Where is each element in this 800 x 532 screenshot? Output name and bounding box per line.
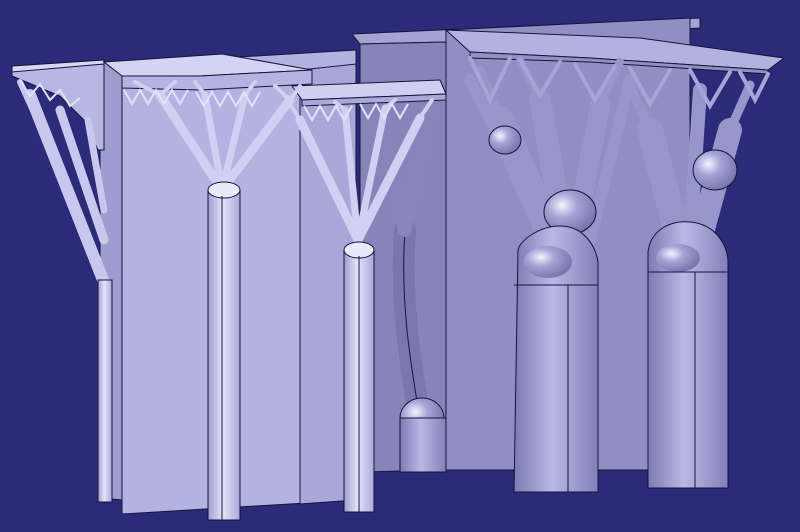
column-cap: [524, 246, 572, 278]
column-cap: [656, 244, 700, 272]
cad-render-scene: [11, 17, 786, 521]
column-node: [343, 241, 375, 259]
thin-column: [207, 189, 241, 521]
column-node: [207, 181, 241, 199]
cad-3d-viewport[interactable]: [0, 0, 800, 532]
blob-node: [692, 149, 738, 191]
thin-column: [97, 279, 113, 503]
foot-left: [399, 417, 447, 473]
blob-node: [488, 125, 522, 155]
